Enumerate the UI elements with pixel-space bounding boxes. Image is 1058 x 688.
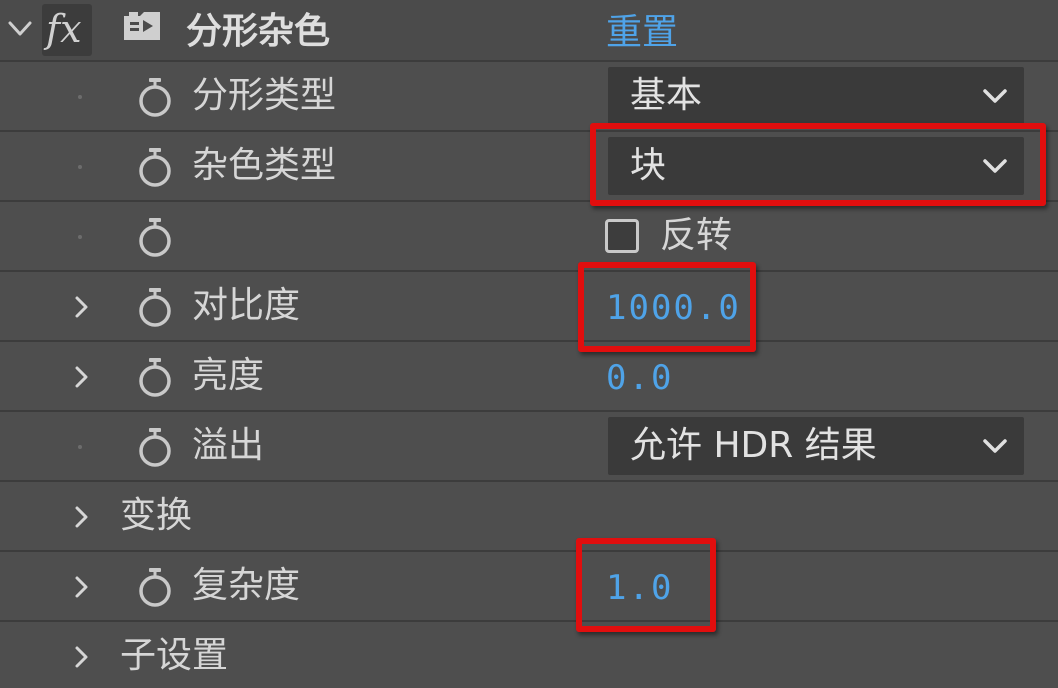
property-label: 复杂度 [192, 565, 301, 606]
group-label: 变换 [120, 495, 193, 536]
dropdown-value: 块 [630, 145, 667, 186]
effect-preset-icon [124, 12, 160, 40]
dropdown-value: 允许 HDR 结果 [630, 425, 877, 466]
row-bullet [78, 235, 82, 239]
property-label: 对比度 [192, 285, 301, 326]
stopwatch-icon[interactable] [134, 215, 176, 259]
effect-controls-panel: fx 分形杂色 重置 分形类型 基本 杂色类型 块 反转 对比度 1000.0 … [0, 0, 1058, 688]
property-row-noise-type: 杂色类型 块 [0, 132, 1058, 202]
property-row-overflow: 溢出 允许 HDR 结果 [0, 412, 1058, 482]
invert-checkbox-label[interactable]: 反转 [660, 202, 732, 270]
chevron-down-icon [983, 439, 1007, 453]
fractal-type-dropdown[interactable]: 基本 [608, 67, 1024, 125]
fx-toggle-button[interactable]: fx [42, 4, 92, 56]
group-label: 子设置 [120, 635, 229, 676]
chevron-right-icon[interactable] [68, 574, 94, 600]
chevron-right-icon[interactable] [68, 294, 94, 320]
row-bullet [78, 165, 82, 169]
chevron-down-icon[interactable] [6, 18, 34, 40]
stopwatch-icon[interactable] [134, 75, 176, 119]
property-row-complexity: 复杂度 1.0 [0, 552, 1058, 622]
property-row-invert: 反转 [0, 202, 1058, 272]
row-bullet [78, 445, 82, 449]
property-group-sub-settings: 子设置 [0, 622, 1058, 688]
chevron-down-icon [983, 89, 1007, 103]
effect-header: fx 分形杂色 重置 [0, 0, 1058, 62]
stopwatch-icon[interactable] [134, 145, 176, 189]
property-label: 亮度 [192, 355, 265, 396]
reset-link[interactable]: 重置 [606, 0, 678, 62]
brightness-value[interactable]: 0.0 [606, 342, 673, 410]
noise-type-dropdown[interactable]: 块 [608, 137, 1024, 195]
invert-checkbox[interactable] [605, 219, 639, 253]
stopwatch-icon[interactable] [134, 425, 176, 469]
complexity-value[interactable]: 1.0 [606, 552, 673, 620]
stopwatch-icon[interactable] [134, 565, 176, 609]
dropdown-value: 基本 [630, 75, 703, 116]
chevron-right-icon[interactable] [68, 504, 94, 530]
chevron-down-icon [983, 159, 1007, 173]
effect-title: 分形杂色 [186, 11, 331, 52]
fx-icon: fx [46, 7, 82, 51]
property-label: 溢出 [192, 425, 265, 466]
chevron-right-icon[interactable] [68, 364, 94, 390]
row-bullet [78, 95, 82, 99]
contrast-value[interactable]: 1000.0 [606, 272, 741, 340]
overflow-dropdown[interactable]: 允许 HDR 结果 [608, 417, 1024, 475]
property-row-fractal-type: 分形类型 基本 [0, 62, 1058, 132]
property-row-brightness: 亮度 0.0 [0, 342, 1058, 412]
property-label: 分形类型 [192, 75, 337, 116]
stopwatch-icon[interactable] [134, 285, 176, 329]
stopwatch-icon[interactable] [134, 355, 176, 399]
property-group-transform: 变换 [0, 482, 1058, 552]
property-row-contrast: 对比度 1000.0 [0, 272, 1058, 342]
property-label: 杂色类型 [192, 145, 337, 186]
chevron-right-icon[interactable] [68, 644, 94, 670]
